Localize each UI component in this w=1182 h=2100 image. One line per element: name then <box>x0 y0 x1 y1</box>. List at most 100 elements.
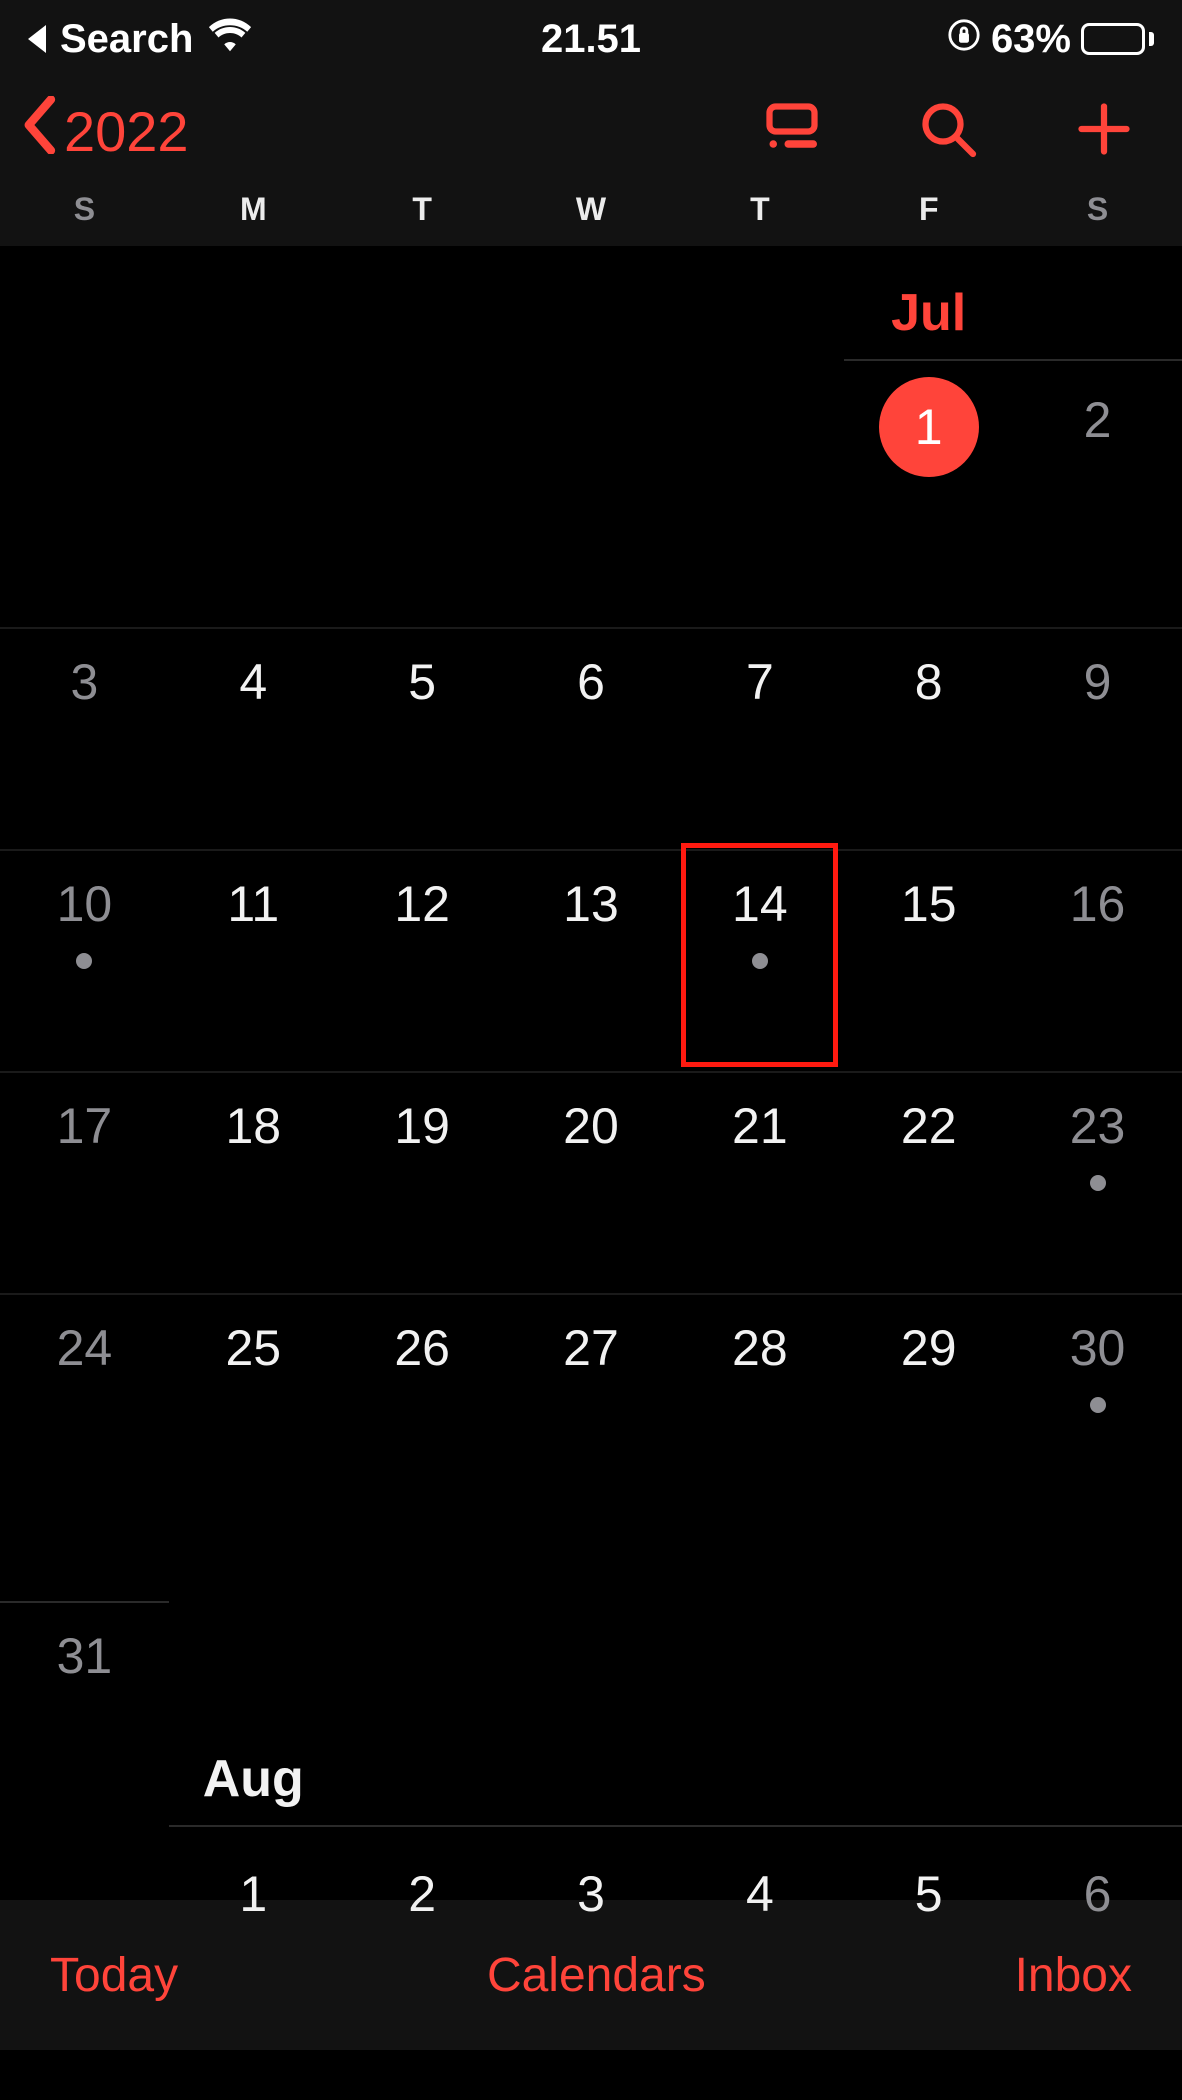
day-number: 3 <box>507 1865 676 1923</box>
day-cell[interactable]: 15 <box>844 851 1013 1073</box>
day-number: 8 <box>844 653 1013 711</box>
day-cell-empty <box>675 367 844 553</box>
day-cell[interactable]: 8 <box>844 629 1013 851</box>
wifi-icon <box>207 16 253 62</box>
day-cell[interactable]: 22 <box>844 1073 1013 1295</box>
day-cell[interactable]: 12 <box>338 851 507 1073</box>
month-label-jul: Jul <box>844 283 1013 343</box>
day-number: 2 <box>338 1865 507 1923</box>
day-cell[interactable]: 7 <box>675 629 844 851</box>
day-cell-empty <box>507 367 676 553</box>
day-cell[interactable]: 29 <box>844 1295 1013 1517</box>
weekday-label: T <box>338 191 507 228</box>
event-dot-icon <box>752 953 768 969</box>
day-cell[interactable]: 13 <box>507 851 676 1073</box>
day-cell[interactable]: 5 <box>844 1841 1013 2063</box>
day-cell[interactable]: 10 <box>0 851 169 1073</box>
day-cell[interactable]: 21 <box>675 1073 844 1295</box>
month-divider <box>169 1825 1182 1827</box>
day-cell[interactable]: 25 <box>169 1295 338 1517</box>
day-cell[interactable]: 16 <box>1013 851 1182 1073</box>
chevron-left-icon <box>22 96 56 167</box>
day-cell-empty <box>338 1603 507 1825</box>
day-cell[interactable]: 14 <box>675 851 844 1073</box>
weekday-label: W <box>507 191 676 228</box>
day-cell-empty <box>169 1603 338 1825</box>
day-cell[interactable]: 5 <box>338 629 507 851</box>
day-number: 5 <box>844 1865 1013 1923</box>
week-row: 17181920212223 <box>0 1071 1182 1295</box>
day-cell-empty <box>507 1603 676 1825</box>
day-number: 6 <box>507 653 676 711</box>
day-cell[interactable]: 6 <box>1013 1841 1182 2063</box>
day-number: 29 <box>844 1319 1013 1377</box>
day-cell[interactable]: 19 <box>338 1073 507 1295</box>
calendar-grid[interactable]: Jul Aug 12345678910111213141516171819202… <box>0 247 1182 1900</box>
week-row: 31 <box>0 1603 1182 1825</box>
day-cell-empty <box>675 1603 844 1825</box>
weekday-label: S <box>0 191 169 228</box>
weekday-label: M <box>169 191 338 228</box>
battery-icon <box>1081 23 1154 55</box>
week-row: 10111213141516 <box>0 849 1182 1073</box>
day-cell[interactable]: 26 <box>338 1295 507 1517</box>
day-number: 17 <box>0 1097 169 1155</box>
day-cell[interactable]: 1 <box>169 1841 338 2063</box>
nav-bar: 2022 <box>0 78 1182 191</box>
day-number: 12 <box>338 875 507 933</box>
day-cell[interactable]: 4 <box>675 1841 844 2063</box>
week-row: 24252627282930 <box>0 1293 1182 1517</box>
day-cell[interactable]: 24 <box>0 1295 169 1517</box>
add-icon[interactable] <box>1074 99 1134 164</box>
day-number: 1 <box>844 391 1013 463</box>
day-number: 4 <box>675 1865 844 1923</box>
day-number: 6 <box>1013 1865 1182 1923</box>
year-label: 2022 <box>64 99 189 164</box>
day-cell[interactable]: 17 <box>0 1073 169 1295</box>
day-cell-empty <box>0 367 169 553</box>
day-number: 11 <box>169 875 338 933</box>
day-cell[interactable]: 20 <box>507 1073 676 1295</box>
day-cell-empty <box>0 1841 169 2063</box>
day-cell[interactable]: 2 <box>1013 367 1182 553</box>
day-cell[interactable]: 11 <box>169 851 338 1073</box>
list-view-icon[interactable] <box>762 99 822 164</box>
day-number: 21 <box>675 1097 844 1155</box>
day-cell[interactable]: 6 <box>507 629 676 851</box>
day-cell-empty <box>844 1603 1013 1825</box>
back-to-app-label[interactable]: Search <box>60 17 193 62</box>
month-divider <box>844 359 1182 361</box>
day-cell[interactable]: 28 <box>675 1295 844 1517</box>
day-cell[interactable]: 1 <box>844 367 1013 553</box>
day-cell[interactable]: 31 <box>0 1603 169 1825</box>
day-cell[interactable]: 18 <box>169 1073 338 1295</box>
day-number: 7 <box>675 653 844 711</box>
day-cell[interactable]: 27 <box>507 1295 676 1517</box>
day-cell[interactable]: 2 <box>338 1841 507 2063</box>
day-number: 30 <box>1013 1319 1182 1377</box>
day-cell[interactable]: 30 <box>1013 1295 1182 1517</box>
day-cell-empty <box>1013 1603 1182 1825</box>
status-bar: Search 21.51 63% <box>0 0 1182 78</box>
back-caret-icon[interactable] <box>28 25 46 53</box>
day-number: 20 <box>507 1097 676 1155</box>
day-cell[interactable]: 3 <box>507 1841 676 2063</box>
day-number: 24 <box>0 1319 169 1377</box>
day-cell[interactable]: 4 <box>169 629 338 851</box>
day-number: 3 <box>0 653 169 711</box>
weekday-label: F <box>844 191 1013 228</box>
back-year-button[interactable]: 2022 <box>22 96 189 167</box>
day-cell-empty <box>169 367 338 553</box>
day-number: 22 <box>844 1097 1013 1155</box>
day-number: 2 <box>1013 391 1182 449</box>
day-cell[interactable]: 3 <box>0 629 169 851</box>
day-number: 18 <box>169 1097 338 1155</box>
rotation-lock-icon <box>947 17 981 62</box>
event-dot-icon <box>1090 1397 1106 1413</box>
search-icon[interactable] <box>918 99 978 164</box>
weekday-label: T <box>675 191 844 228</box>
day-cell[interactable]: 9 <box>1013 629 1182 851</box>
day-cell[interactable]: 23 <box>1013 1073 1182 1295</box>
day-number: 14 <box>675 875 844 933</box>
day-number: 19 <box>338 1097 507 1155</box>
